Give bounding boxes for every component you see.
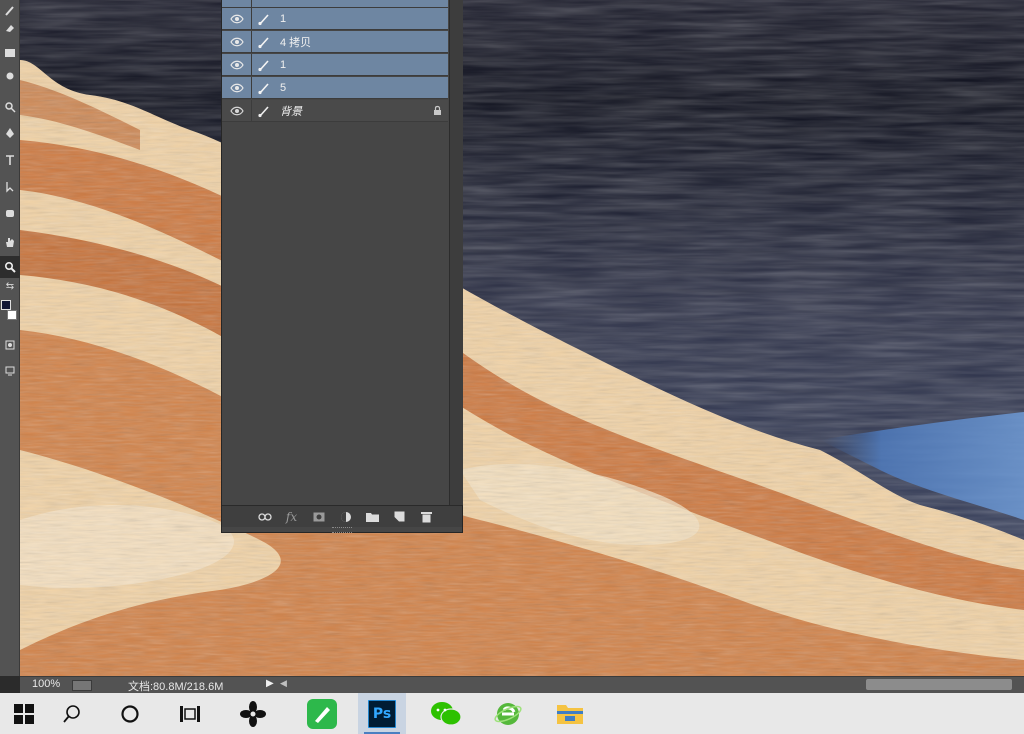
visibility-eye-icon[interactable] — [222, 7, 252, 30]
link-layers-icon[interactable] — [251, 506, 278, 528]
status-menu-arrow-icon[interactable]: ▶ — [266, 678, 274, 689]
visibility-eye-icon[interactable] — [222, 30, 252, 53]
type-tool-icon[interactable] — [0, 149, 20, 171]
brush-layer-icon — [252, 8, 276, 30]
document-size-info: 文档:80.8M/218.6M — [128, 681, 224, 693]
document-canvas[interactable] — [20, 0, 1024, 676]
pen-tool-icon[interactable] — [0, 122, 20, 144]
visibility-eye-icon[interactable] — [222, 99, 252, 122]
brush-layer-icon — [252, 31, 276, 53]
wechat-icon[interactable] — [422, 693, 470, 734]
tools-panel: ⇆ — [0, 0, 20, 676]
scroll-left-arrow-icon[interactable]: ◀ — [280, 678, 287, 689]
file-explorer-icon[interactable] — [546, 693, 594, 734]
proof-setup-icon — [72, 680, 92, 691]
delete-layer-icon[interactable] — [413, 506, 440, 528]
layer-name[interactable]: 5 — [276, 82, 448, 94]
status-bar: 100% 文档:80.8M/218.6M ▶ ◀ — [20, 676, 1024, 693]
horizontal-scrollbar-thumb[interactable] — [866, 679, 1012, 690]
eraser-tool-icon[interactable] — [0, 17, 20, 39]
photoshop-ps-label: Ps — [372, 705, 392, 722]
task-view-icon[interactable] — [166, 693, 214, 734]
windows-start-icon[interactable] — [0, 693, 48, 734]
background-layer-row[interactable]: 背景 — [222, 99, 448, 122]
lock-icon[interactable] — [426, 105, 448, 116]
green-browser-icon[interactable] — [484, 693, 532, 734]
layer-row[interactable]: 5 — [222, 76, 448, 99]
adjustment-layer-icon[interactable] — [332, 506, 359, 528]
brush-layer-icon — [252, 100, 276, 122]
new-layer-icon[interactable] — [386, 506, 413, 528]
background-color-swatch[interactable] — [7, 310, 17, 320]
layers-panel-footer: fx — [222, 505, 462, 527]
layer-row[interactable]: 1 — [222, 53, 448, 76]
shape-tool-icon[interactable] — [0, 202, 20, 224]
photoshop-taskbar-icon[interactable]: Ps — [358, 693, 406, 734]
path-selection-tool-icon[interactable] — [0, 176, 20, 198]
layer-row[interactable]: 4 拷贝 — [222, 30, 448, 53]
gradient-tool-icon[interactable] — [0, 42, 20, 64]
layers-panel: 1 4 拷贝 1 5 背景 fx — [221, 0, 463, 533]
dodge-tool-icon[interactable] — [0, 66, 20, 88]
cortana-circle-icon[interactable] — [106, 693, 154, 734]
layer-name[interactable]: 4 拷贝 — [276, 34, 448, 50]
new-group-folder-icon[interactable] — [359, 506, 386, 528]
green-pen-app-icon[interactable] — [298, 693, 346, 734]
windows-taskbar: Ps — [0, 693, 1024, 734]
zoom-level[interactable]: 100% — [32, 678, 60, 690]
fx-label: fx — [285, 509, 298, 524]
layer-name[interactable]: 背景 — [276, 103, 426, 119]
swap-colors-icon[interactable]: ⇆ — [0, 279, 20, 293]
quick-mask-icon[interactable] — [0, 334, 20, 356]
layer-name[interactable]: 1 — [276, 59, 448, 71]
search-icon[interactable] — [48, 693, 96, 734]
screen-mode-icon[interactable] — [0, 360, 20, 382]
visibility-eye-icon[interactable] — [222, 0, 252, 8]
zoom-tool-icon[interactable] — [0, 256, 20, 278]
hand-tool-icon[interactable] — [0, 231, 20, 253]
visibility-eye-icon[interactable] — [222, 76, 252, 99]
petals-app-icon[interactable] — [229, 693, 277, 734]
layers-scrollbar[interactable] — [449, 0, 463, 505]
visibility-eye-icon[interactable] — [222, 53, 252, 76]
layer-row[interactable]: 1 — [222, 7, 448, 30]
add-mask-icon[interactable] — [305, 506, 332, 528]
zoom-magnifier-small-icon[interactable] — [0, 96, 20, 118]
painting-image — [20, 0, 1024, 676]
panel-resize-grip[interactable] — [332, 527, 352, 533]
brush-layer-icon — [252, 77, 276, 99]
foreground-color-swatch[interactable] — [1, 300, 11, 310]
fx-icon[interactable]: fx — [278, 506, 305, 528]
layer-name[interactable]: 1 — [276, 13, 448, 25]
brush-layer-icon — [252, 54, 276, 76]
